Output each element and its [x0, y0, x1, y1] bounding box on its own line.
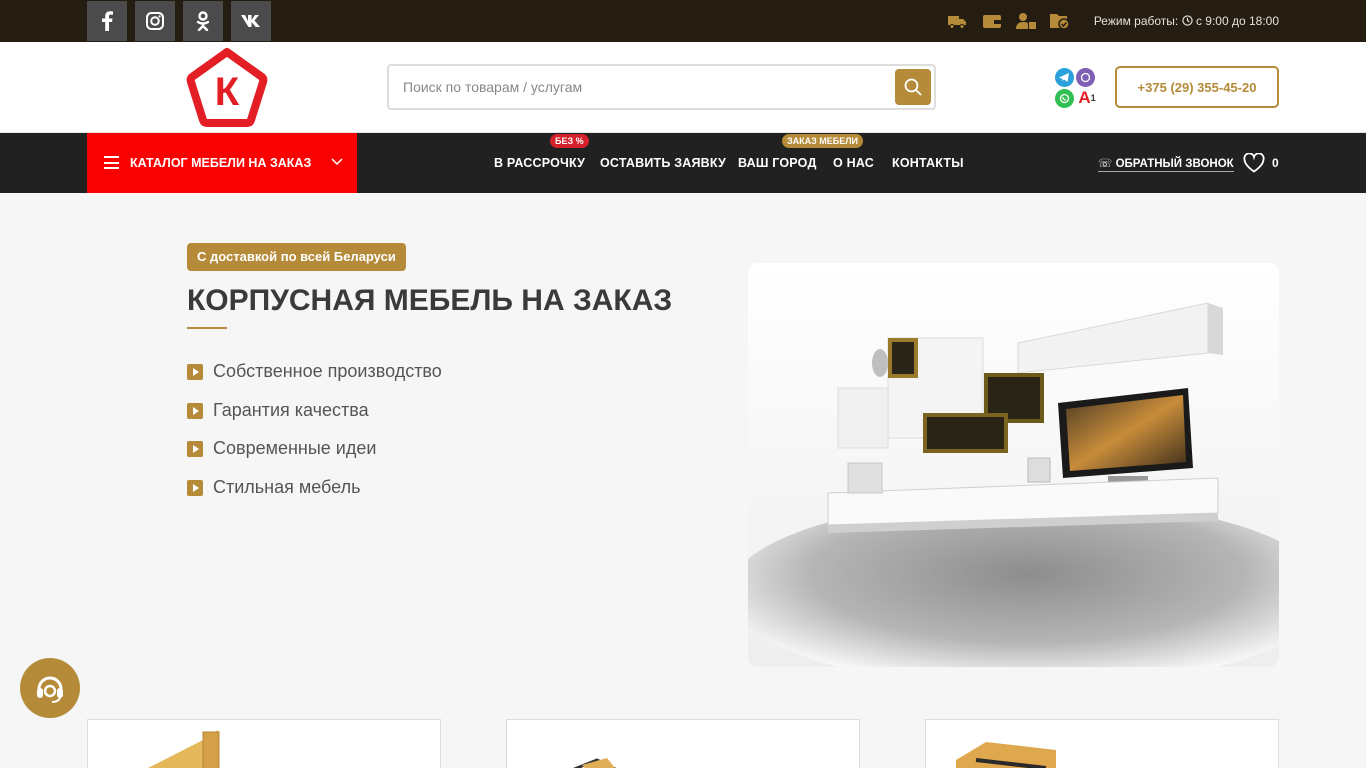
play-bullet-icon [187, 480, 203, 496]
feature-text: Стильная мебель [213, 477, 361, 497]
chair-illustration [572, 758, 617, 768]
search-input[interactable] [403, 76, 883, 98]
catalog-label: КАТАЛОГ МЕБЕЛИ НА ЗАКАЗ [130, 156, 312, 170]
vk-icon [241, 15, 260, 27]
instagram-link[interactable] [135, 1, 175, 41]
feature-item: Современные идеи [187, 437, 507, 461]
title-underline [187, 327, 227, 329]
nav-link-about[interactable]: О НАС [833, 156, 874, 170]
feature-text: Собственное производство [213, 361, 442, 381]
whatsapp-icon[interactable] [1055, 89, 1074, 108]
clock-icon [1181, 15, 1193, 26]
nav-link-contacts[interactable]: КОНТАКТЫ [892, 156, 964, 170]
nav-link-installment[interactable]: В РАССРОЧКУ [494, 156, 585, 170]
hours-value: с 9:00 до 18:00 [1195, 14, 1279, 28]
a1-icon[interactable]: A1 [1076, 88, 1098, 107]
chevron-down-icon [331, 158, 343, 166]
feature-text: Современные идеи [213, 438, 377, 458]
phone-button[interactable]: +375 (29) 355-45-20 [1115, 66, 1279, 108]
headset-icon [37, 676, 63, 703]
odnoklassniki-link[interactable] [183, 1, 223, 41]
messenger-links: A1 [1055, 66, 1097, 110]
site-header: К A1 +375 (29) 355-45-20 [0, 42, 1366, 133]
table-illustration [956, 742, 1056, 768]
hero-furniture-image [748, 263, 1279, 667]
menu-icon [104, 156, 119, 169]
category-card[interactable] [506, 719, 860, 768]
feature-item: Собственное производство [187, 360, 507, 384]
phone-icon: ☏ [1098, 158, 1113, 170]
hours-label: Режим работы: [1093, 14, 1179, 28]
feature-item: Гарантия качества [187, 399, 507, 423]
support-chat-button[interactable] [20, 658, 80, 718]
nav-link-city[interactable]: ВАШ ГОРОД [738, 156, 817, 170]
search-box [387, 64, 936, 110]
delivery-truck-icon[interactable] [948, 12, 966, 30]
category-card[interactable] [925, 719, 1279, 768]
nav-link-request[interactable]: ОСТАВИТЬ ЗАЯВКУ [600, 156, 726, 170]
callback-link[interactable]: ☏ ОБРАТНЫЙ ЗВОНОК [1098, 156, 1234, 172]
search-icon [904, 78, 922, 96]
feature-text: Гарантия качества [213, 400, 369, 420]
wardrobe-illustration [148, 730, 220, 768]
delivery-badge: С доставкой по всей Беларуси [187, 243, 406, 271]
play-bullet-icon [187, 364, 203, 380]
feature-item: Стильная мебель [187, 476, 507, 500]
nav-badge-installment: БЕЗ % [550, 134, 589, 148]
facebook-link[interactable] [87, 1, 127, 41]
instagram-icon [146, 12, 164, 30]
search-button[interactable] [895, 69, 931, 105]
nav-badge-city: ЗАКАЗ МЕБЕЛИ [782, 134, 864, 148]
catalog-menu-button[interactable]: КАТАЛОГ МЕБЕЛИ НА ЗАКАЗ [87, 133, 357, 193]
wishlist-count: 0 [1272, 156, 1279, 170]
logo-letter: К [215, 70, 240, 114]
facebook-icon [102, 11, 113, 31]
top-bar: Режим работы: с 9:00 до 18:00 [0, 0, 1366, 42]
check-folder-icon[interactable] [1050, 12, 1070, 30]
odnoklassniki-icon [196, 11, 210, 31]
play-bullet-icon [187, 403, 203, 419]
working-hours: Режим работы: с 9:00 до 18:00 [1094, 14, 1279, 28]
vk-link[interactable] [231, 1, 271, 41]
user-lock-icon[interactable] [1016, 12, 1036, 30]
viber-icon[interactable] [1076, 68, 1095, 87]
callback-label: ОБРАТНЫЙ ЗВОНОК [1115, 158, 1234, 170]
logo[interactable]: К [186, 47, 268, 127]
main-nav: КАТАЛОГ МЕБЕЛИ НА ЗАКАЗ БЕЗ % В РАССРОЧК… [0, 133, 1366, 193]
heart-icon [1243, 153, 1265, 173]
category-card[interactable] [87, 719, 441, 768]
hero-title: КОРПУСНАЯ МЕБЕЛЬ НА ЗАКАЗ [187, 284, 673, 317]
play-bullet-icon [187, 441, 203, 457]
wishlist-button[interactable]: 0 [1243, 153, 1283, 175]
telegram-icon[interactable] [1055, 68, 1074, 87]
wallet-icon[interactable] [983, 12, 1001, 30]
